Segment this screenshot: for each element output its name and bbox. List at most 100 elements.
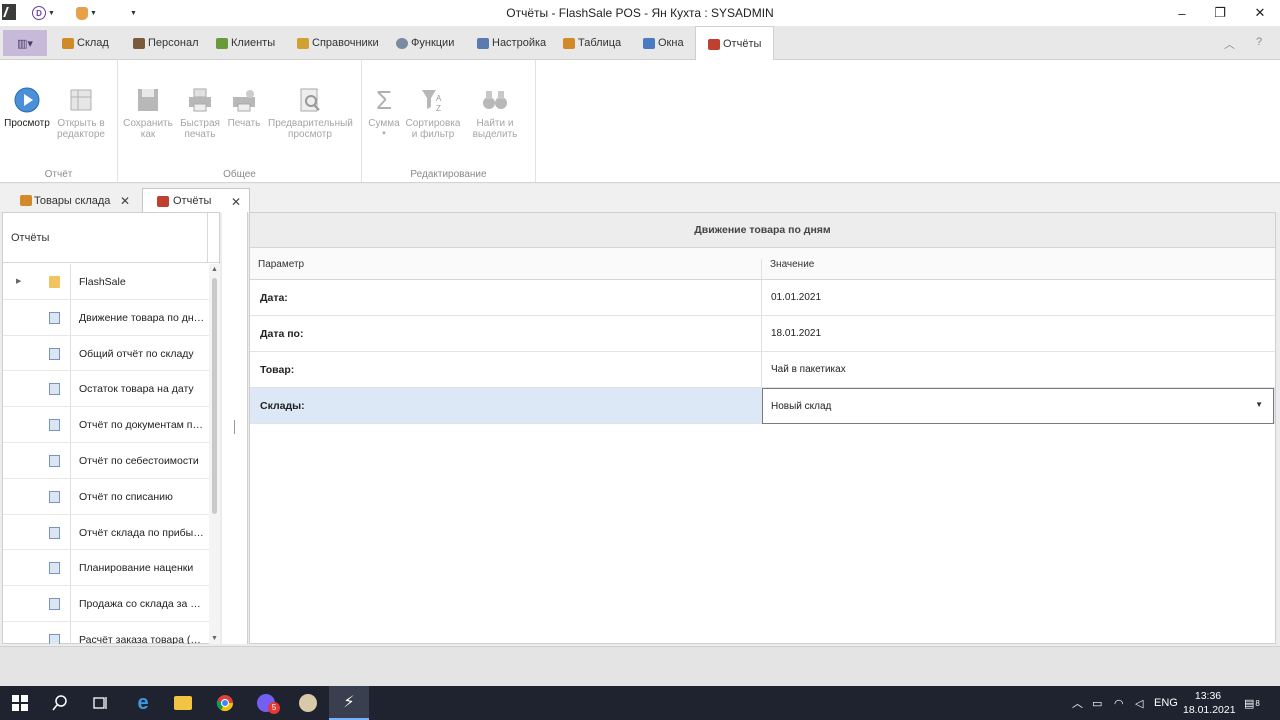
tree-item[interactable]: Остаток товара на дату: [3, 371, 209, 408]
clock-time: 13:36: [1194, 690, 1222, 702]
param-row-date-to[interactable]: Дата по: 18.01.2021: [250, 316, 1275, 352]
report-icon: [49, 598, 60, 611]
notification-count: 8: [1255, 698, 1260, 708]
dropdown-arrow-icon[interactable]: ▼: [1255, 400, 1263, 409]
collapse-ribbon-icon[interactable]: ︿: [1224, 36, 1235, 52]
close-button[interactable]: ✕: [1240, 0, 1280, 26]
group-general: Сохранить как Быстрая печать Печать Пред…: [118, 60, 362, 182]
tree-item[interactable]: Отчёт по списанию: [3, 478, 209, 515]
preview-report-button[interactable]: Просмотр: [4, 86, 50, 129]
search-button[interactable]: [40, 686, 80, 720]
tab-windows[interactable]: Окна: [643, 26, 684, 60]
tray-wifi[interactable]: ◠: [1114, 686, 1124, 720]
open-in-editor-button[interactable]: Открыть в редакторе: [54, 86, 108, 140]
tab-label: Клиенты: [231, 37, 276, 49]
tab-label: Настройка: [492, 37, 547, 49]
book-icon: [297, 37, 309, 49]
taskbar-flashsale[interactable]: ⚡: [329, 686, 369, 720]
svg-text:Z: Z: [436, 104, 441, 113]
quick-print-button[interactable]: Быстрая печать: [178, 86, 222, 140]
tree-item[interactable]: Движение товара по дням: [3, 299, 209, 336]
minimize-icon: –: [1178, 5, 1186, 21]
grid-header: Параметр Значение: [250, 248, 1275, 280]
tab-warehouse[interactable]: Склад: [62, 26, 109, 60]
tree-item-label: Общий отчёт по складу: [79, 347, 194, 360]
tab-table[interactable]: Таблица: [563, 26, 621, 60]
tab-staff[interactable]: Персонал: [133, 26, 199, 60]
editor-icon: [67, 86, 95, 114]
taskbar-app[interactable]: [288, 686, 328, 720]
warehouse-select[interactable]: Новый склад ▼: [762, 388, 1274, 424]
reports-tree-header: Отчёты: [3, 213, 219, 263]
tree-item[interactable]: Отчёт склада по прибыли: [3, 514, 209, 551]
tree-item-flashsale[interactable]: ▶ FlashSale: [3, 264, 209, 300]
tree-scrollbar[interactable]: ▲ ▼: [209, 264, 220, 644]
tab-settings[interactable]: Настройка: [477, 26, 546, 60]
app-menu-button[interactable]: ▥▾: [3, 30, 47, 56]
search-icon: [52, 695, 67, 711]
tray-battery[interactable]: ▭: [1092, 686, 1102, 720]
person-icon: [133, 37, 145, 49]
help-icon[interactable]: ?: [1256, 36, 1262, 48]
tab-reports[interactable]: Отчёты: [695, 26, 775, 61]
print-button[interactable]: Печать: [224, 86, 264, 129]
clients-icon: [216, 37, 228, 49]
tab-clients[interactable]: Клиенты: [216, 26, 275, 60]
taskbar-chrome[interactable]: [205, 686, 245, 720]
param-row-warehouses[interactable]: Склады: Новый склад ▼: [250, 388, 1275, 424]
expand-arrow-icon[interactable]: ▶: [16, 277, 21, 285]
maximize-button[interactable]: ❐: [1200, 0, 1240, 26]
sort-filter-button[interactable]: AZ Сортировка и фильтр: [404, 86, 462, 140]
tray-show-hidden[interactable]: ︿: [1072, 686, 1083, 720]
report-parameters-grid: Движение товара по дням Параметр Значени…: [249, 212, 1276, 644]
report-icon: [49, 633, 60, 644]
taskbar-explorer[interactable]: [163, 686, 203, 720]
tree-item[interactable]: Расчёт заказа товара (пр...: [3, 621, 209, 644]
doc-tab-reports[interactable]: Отчёты ✕: [142, 188, 250, 213]
tab-label: Окна: [658, 37, 684, 49]
tray-clock[interactable]: 13:36 18.01.2021: [1183, 689, 1236, 717]
splitter-grip-icon[interactable]: [234, 420, 236, 434]
param-value[interactable]: 18.01.2021: [771, 328, 821, 339]
tree-item-label: Отчёт по себестоимости: [79, 454, 199, 467]
preview-icon: [296, 86, 324, 114]
binoculars-icon: [481, 86, 509, 114]
tree-item[interactable]: Общий отчёт по складу: [3, 335, 209, 372]
tree-item[interactable]: Отчёт по документам пос...: [3, 407, 209, 443]
tree-item[interactable]: Планирование наценки: [3, 550, 209, 587]
tab-references[interactable]: Справочники: [297, 26, 379, 60]
print-preview-button[interactable]: Предварительный просмотр: [268, 86, 353, 140]
tree-item[interactable]: Продажа со склада за пе...: [3, 586, 209, 622]
start-button[interactable]: [0, 686, 40, 720]
close-tab-icon[interactable]: ✕: [231, 195, 241, 209]
scroll-up-icon[interactable]: ▲: [211, 266, 218, 273]
panel-splitter[interactable]: [222, 212, 248, 644]
doc-tab-warehouse-goods[interactable]: Товары склада ✕: [4, 188, 138, 213]
flashsale-icon: ⚡: [343, 694, 355, 711]
taskbar-viber[interactable]: 5: [246, 686, 286, 720]
tray-language[interactable]: ENG: [1154, 686, 1178, 720]
find-select-button[interactable]: Найти и выделить: [466, 86, 524, 140]
app-icon: [299, 694, 317, 712]
column-header-value[interactable]: Значение: [770, 259, 814, 270]
param-row-date[interactable]: Дата: 01.01.2021: [250, 280, 1275, 316]
save-icon: [134, 86, 162, 114]
tab-functions[interactable]: Функции: [396, 26, 454, 60]
task-view-button[interactable]: [80, 686, 120, 720]
action-center-button[interactable]: ▤ 8: [1244, 686, 1260, 720]
taskbar-edge[interactable]: e: [123, 686, 163, 720]
param-value[interactable]: 01.01.2021: [771, 292, 821, 303]
save-as-button[interactable]: Сохранить как: [122, 86, 174, 140]
tree-item[interactable]: Отчёт по себестоимости: [3, 442, 209, 479]
scroll-thumb[interactable]: [212, 278, 217, 514]
column-header-param[interactable]: Параметр: [258, 259, 304, 270]
sum-button[interactable]: Σ Сумма ▼: [366, 86, 402, 140]
close-tab-icon[interactable]: ✕: [120, 194, 130, 208]
tray-volume[interactable]: ◁: [1135, 686, 1143, 720]
param-value[interactable]: Чай в пакетиках: [771, 364, 846, 375]
scroll-down-icon[interactable]: ▼: [211, 635, 218, 642]
param-row-product[interactable]: Товар: Чай в пакетиках: [250, 352, 1275, 388]
minimize-button[interactable]: –: [1162, 0, 1202, 26]
group-caption: Отчёт: [44, 169, 73, 180]
notifications-icon: ▤: [1244, 697, 1255, 710]
